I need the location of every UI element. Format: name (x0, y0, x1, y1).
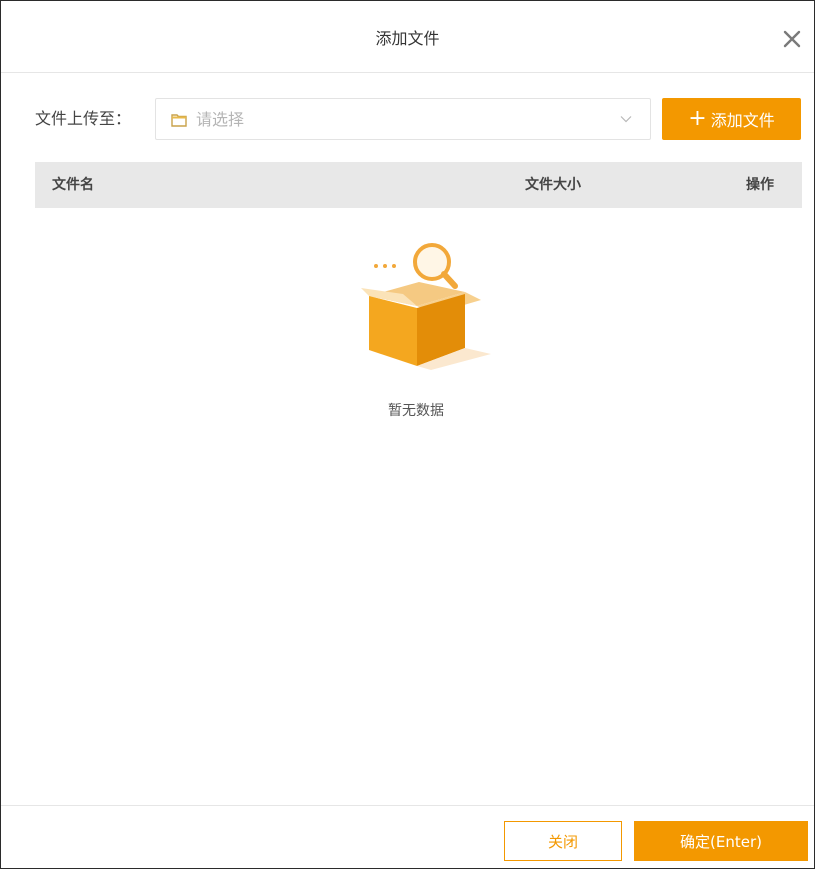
plus-icon: + (688, 106, 707, 131)
column-header-file-size: 文件大小 (525, 177, 581, 193)
close-button[interactable] (780, 27, 804, 51)
folder-select-placeholder: 请选择 (196, 110, 245, 129)
dialog-footer: 关闭 确定(Enter) (1, 805, 814, 869)
folder-icon (171, 114, 187, 127)
dialog-header: 添加文件 (1, 1, 814, 73)
upload-destination-row: 文件上传至： 请选择 + 添加文件 (1, 98, 814, 140)
close-icon (783, 30, 801, 48)
file-table-header: 文件名 文件大小 操作 (35, 162, 802, 208)
add-file-dialog: 添加文件 文件上传至： 请选择 + 添加文件 文件名 文件大小 操作 暂无数据 … (0, 0, 815, 869)
chevron-down-icon (620, 116, 632, 123)
add-file-button-label: 添加文件 (710, 111, 775, 130)
column-header-file-name: 文件名 (52, 177, 94, 193)
empty-state-text: 暂无数据 (388, 403, 444, 419)
add-file-button[interactable]: + 添加文件 (662, 98, 801, 140)
column-header-actions: 操作 (746, 177, 774, 193)
confirm-button[interactable]: 确定(Enter) (634, 821, 808, 861)
dialog-title: 添加文件 (375, 29, 440, 48)
upload-destination-label: 文件上传至： (35, 109, 132, 128)
empty-state: 暂无数据 (341, 236, 491, 436)
folder-select[interactable]: 请选择 (155, 98, 651, 140)
empty-box-icon (361, 243, 491, 370)
close-dialog-button[interactable]: 关闭 (504, 821, 622, 861)
